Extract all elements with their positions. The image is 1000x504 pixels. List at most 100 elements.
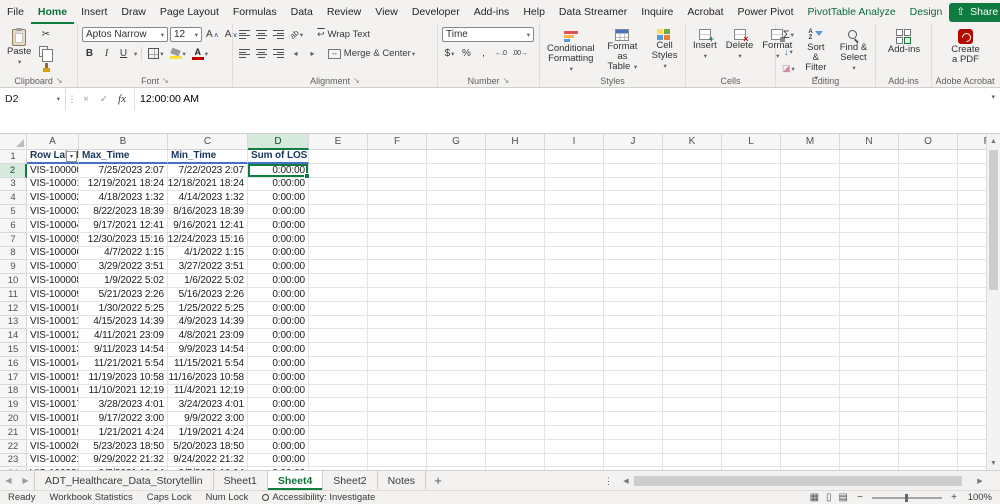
accounting-format-button[interactable]: $ ▾ <box>442 46 457 61</box>
cell-o8[interactable] <box>899 246 958 261</box>
paste-chevron-icon[interactable]: ▾ <box>18 58 21 68</box>
sheet-tab-notes[interactable]: Notes <box>378 471 427 490</box>
scroll-up-button[interactable]: ▲ <box>987 134 1000 148</box>
cell-j23[interactable] <box>604 453 663 468</box>
cell-i9[interactable] <box>545 260 604 275</box>
cell-c6[interactable]: 9/16/2021 12:41 <box>168 218 248 233</box>
select-all-button[interactable] <box>0 134 27 150</box>
cell-f18[interactable] <box>368 384 427 399</box>
cell-h3[interactable] <box>486 177 545 192</box>
cell-e1[interactable] <box>309 150 368 164</box>
cell-a18[interactable]: VIS-100016 <box>27 384 79 399</box>
column-header-l[interactable]: L <box>722 134 781 150</box>
cell-b12[interactable]: 1/30/2022 5:25 <box>79 301 168 316</box>
row-header-1[interactable]: 1 <box>0 150 27 164</box>
cell-k3[interactable] <box>663 177 722 192</box>
cell-l18[interactable] <box>722 384 781 399</box>
cell-o16[interactable] <box>899 356 958 371</box>
cell-i21[interactable] <box>545 425 604 440</box>
zoom-slider-thumb[interactable] <box>905 493 908 502</box>
cell-m2[interactable] <box>781 163 840 178</box>
row-header-15[interactable]: 15 <box>0 343 27 357</box>
cell-d11[interactable]: 0:00:00 <box>248 287 309 302</box>
copy-button[interactable]: ▾ <box>37 44 54 62</box>
cell-b5[interactable]: 8/22/2023 18:39 <box>79 205 168 219</box>
cell-e11[interactable] <box>309 287 368 302</box>
cell-m16[interactable] <box>781 356 840 371</box>
cell-o12[interactable] <box>899 301 958 316</box>
cell-p4[interactable] <box>958 191 986 206</box>
cell-j20[interactable] <box>604 412 663 426</box>
italic-button[interactable]: I <box>99 46 114 61</box>
cell-p9[interactable] <box>958 260 986 275</box>
cell-h19[interactable] <box>486 398 545 413</box>
cell-g10[interactable] <box>427 274 486 288</box>
insert-cells-button[interactable]: Insert ▾ <box>690 27 720 64</box>
cell-f17[interactable] <box>368 370 427 385</box>
cell-f4[interactable] <box>368 191 427 206</box>
cell-g11[interactable] <box>427 287 486 302</box>
cell-l8[interactable] <box>722 246 781 261</box>
cell-l5[interactable] <box>722 205 781 219</box>
cell-g20[interactable] <box>427 412 486 426</box>
cell-m1[interactable] <box>781 150 840 164</box>
cell-m7[interactable] <box>781 232 840 247</box>
menu-tab-inquire[interactable]: Inquire <box>634 0 680 24</box>
formula-cancel-button[interactable]: × <box>78 90 94 108</box>
share-button[interactable]: ⇧ Share ▾ <box>949 2 1000 22</box>
cell-d15[interactable]: 0:00:00 <box>248 343 309 357</box>
cell-c21[interactable]: 1/19/2021 4:24 <box>168 425 248 440</box>
cell-i11[interactable] <box>545 287 604 302</box>
number-format-combo[interactable]: Time ▾ <box>442 27 534 42</box>
cell-h21[interactable] <box>486 425 545 440</box>
menu-tab-file[interactable]: File <box>0 0 31 24</box>
column-header-m[interactable]: M <box>781 134 840 150</box>
cell-h17[interactable] <box>486 370 545 385</box>
cell-n9[interactable] <box>840 260 899 275</box>
cell-f5[interactable] <box>368 205 427 219</box>
cell-b14[interactable]: 4/11/2021 23:09 <box>79 329 168 344</box>
cell-g12[interactable] <box>427 301 486 316</box>
cell-e3[interactable] <box>309 177 368 192</box>
cell-k2[interactable] <box>663 163 722 178</box>
cell-d4[interactable]: 0:00:00 <box>248 191 309 206</box>
cell-h13[interactable] <box>486 315 545 330</box>
tab-splitter-handle[interactable]: ⋮ <box>604 471 613 491</box>
cell-o10[interactable] <box>899 274 958 288</box>
cell-j19[interactable] <box>604 398 663 413</box>
cell-i7[interactable] <box>545 232 604 247</box>
row-header-18[interactable]: 18 <box>0 384 27 399</box>
cell-a23[interactable]: VIS-100021 <box>27 453 79 468</box>
cell-a1[interactable]: Row Labels▾ <box>27 150 79 164</box>
cell-d9[interactable]: 0:00:00 <box>248 260 309 275</box>
cell-c3[interactable]: 12/18/2021 18:24 <box>168 177 248 192</box>
cell-o6[interactable] <box>899 218 958 233</box>
cell-b3[interactable]: 12/19/2021 18:24 <box>79 177 168 192</box>
cell-j11[interactable] <box>604 287 663 302</box>
cell-i8[interactable] <box>545 246 604 261</box>
cell-c8[interactable]: 4/1/2022 1:15 <box>168 246 248 261</box>
decrease-decimal-button[interactable]: .00→ <box>510 46 529 61</box>
cell-g23[interactable] <box>427 453 486 468</box>
cell-o3[interactable] <box>899 177 958 192</box>
column-header-j[interactable]: J <box>604 134 663 150</box>
cell-o1[interactable] <box>899 150 958 164</box>
cell-f6[interactable] <box>368 218 427 233</box>
cell-i16[interactable] <box>545 356 604 371</box>
vertical-scroll-thumb[interactable] <box>989 150 998 290</box>
cell-b16[interactable]: 11/21/2021 5:54 <box>79 356 168 371</box>
cell-p22[interactable] <box>958 439 986 454</box>
page-layout-view-button[interactable]: ▯ <box>826 492 832 504</box>
sheet-nav-left-button[interactable]: ◀ <box>0 471 17 490</box>
menu-tab-page-layout[interactable]: Page Layout <box>153 0 226 24</box>
cell-e16[interactable] <box>309 356 368 371</box>
cell-k20[interactable] <box>663 412 722 426</box>
normal-view-button[interactable]: ▦ <box>810 492 819 504</box>
cell-i1[interactable] <box>545 150 604 164</box>
cell-p5[interactable] <box>958 205 986 219</box>
cell-l10[interactable] <box>722 274 781 288</box>
cell-m21[interactable] <box>781 425 840 440</box>
cell-p6[interactable] <box>958 218 986 233</box>
autosum-button[interactable]: Σ ▾ <box>780 27 797 42</box>
cell-h4[interactable] <box>486 191 545 206</box>
